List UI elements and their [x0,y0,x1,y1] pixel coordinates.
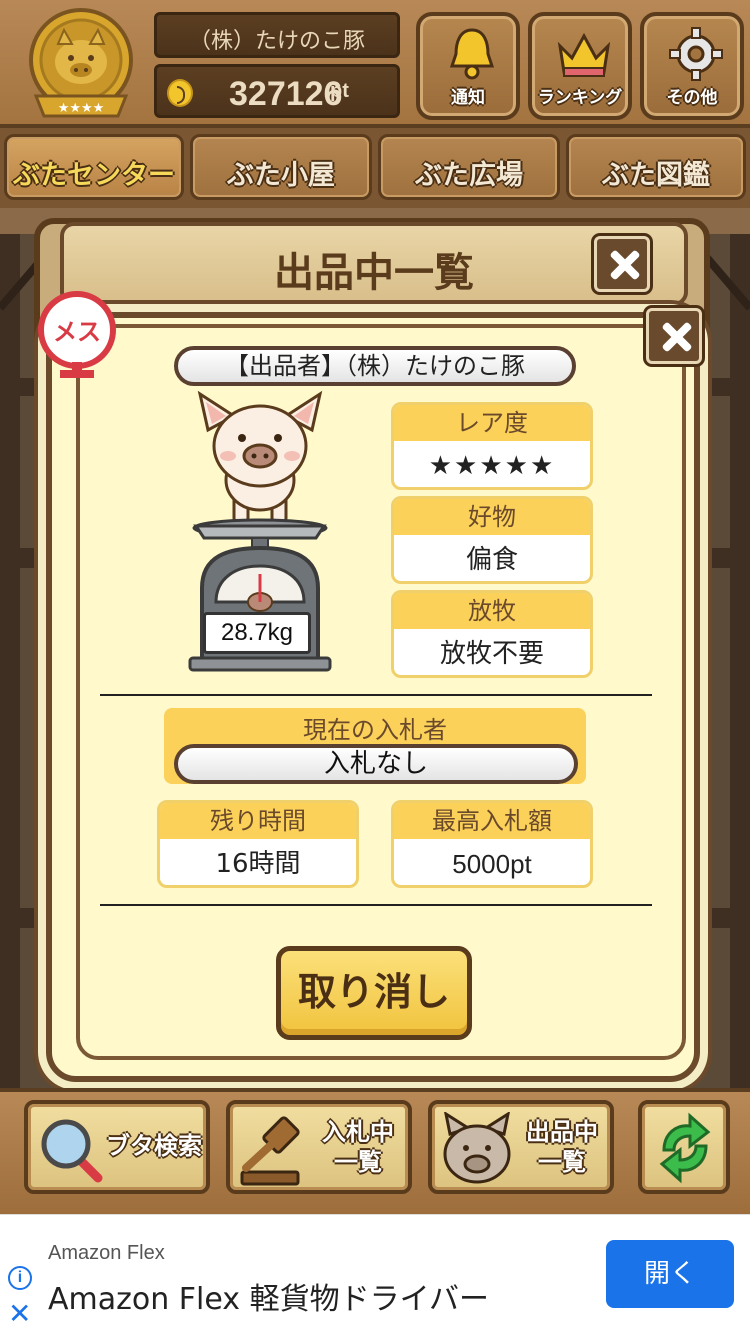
ad-info-icon[interactable]: i [8,1266,32,1290]
divider [100,904,652,906]
ad-title[interactable]: Amazon Flex 軽貨物ドライバー [48,1274,489,1318]
grazing-header: 放牧 [394,593,590,629]
divider [100,694,652,696]
pig-face-icon [443,1112,511,1184]
ad-close-icon[interactable]: ✕ [8,1300,31,1328]
remaining-time-header: 残り時間 [160,803,356,839]
highest-bid-value: 5000pt [452,849,532,879]
notification-button[interactable]: 通知 [416,12,520,120]
weight-value: 28.7kg [203,612,311,654]
bell-icon [449,28,495,80]
current-bidder-value: 入札なし [174,744,578,784]
favorite-food-value: 偏食 [465,545,518,575]
crown-icon [557,32,611,77]
remaining-time-value: 16時間 [215,849,301,879]
company-name-box: （株）たけのこ豚 [154,12,400,58]
rarity-header: レア度 [394,405,590,441]
nav-bar: ぶたセンター ぶた小屋 ぶた広場 ぶた図鑑 [0,128,750,208]
tab-buta-zukan[interactable]: ぶた図鑑 [566,134,746,200]
top-header: ★★★★ （株）たけのこ豚 327126 pt 通知 ランキング その他 [0,0,750,128]
close-detail-button[interactable] [646,308,702,364]
tab-label: ぶた広場 [415,160,523,191]
highest-bid-box: 最高入札額 5000pt [391,800,593,888]
listing-list-label-1: 出品中 [526,1118,598,1146]
listing-list-label-2: 一覧 [538,1148,586,1176]
rarity-box: レア度 ★★★★★ [391,402,593,490]
refresh-icon [659,1112,711,1184]
ad-open-button[interactable]: 開く [606,1240,734,1308]
grazing-box: 放牧 放牧不要 [391,590,593,678]
pig-icon [197,390,323,526]
notification-label: 通知 [451,88,485,108]
magnifier-icon [41,1119,103,1183]
refresh-button[interactable] [638,1100,730,1194]
highest-bid-header: 最高入札額 [394,803,590,839]
favorite-food-header: 好物 [394,499,590,535]
ranking-label: ランキング [537,88,623,108]
ranking-button[interactable]: ランキング [528,12,632,120]
tab-label: ぶた図鑑 [602,160,710,191]
pig-search-label: ブタ検索 [106,1132,202,1160]
other-label: その他 [666,88,718,108]
gender-label: メス [53,318,101,346]
tab-label: ぶた小屋 [227,160,335,191]
remaining-time-box: 残り時間 16時間 [157,800,359,888]
gear-icon [669,27,723,81]
tab-buta-center[interactable]: ぶたセンター [4,134,184,200]
tab-buta-koya[interactable]: ぶた小屋 [190,134,372,200]
cancel-listing-button[interactable]: 取り消し [276,946,472,1040]
bidding-list-label-1: 入札中 [322,1118,394,1146]
other-button[interactable]: その他 [640,12,744,120]
points-box: 327126 [154,64,400,118]
favorite-food-box: 好物 偏食 [391,496,593,584]
female-symbol-icon: メス [38,291,116,378]
bidding-list-label-2: 一覧 [334,1148,382,1176]
rarity-stars: ★★★★★ [428,451,556,481]
pig-search-button[interactable]: ブタ検索 [24,1100,210,1194]
pig-medal-avatar[interactable]: ★★★★ [22,8,140,120]
company-name: （株）たけのこ豚 [188,29,365,54]
tab-label: ぶたセンター [13,160,175,191]
listing-list-button[interactable]: 出品中 一覧 [428,1100,614,1194]
close-listing-button[interactable] [594,236,650,292]
current-bidder-header: 現在の入札者 [303,716,447,744]
bidding-list-button[interactable]: 入札中 一覧 [226,1100,412,1194]
tab-buta-hiroba[interactable]: ぶた広場 [378,134,560,200]
ad-sponsor: Amazon Flex [48,1242,165,1264]
coin-icon [167,79,193,107]
grazing-value: 放牧不要 [439,639,544,669]
seller-pill: 【出品者】（株）たけのこ豚 [174,346,576,386]
points-value: 327126 [229,75,343,113]
svg-text:★★★★: ★★★★ [58,101,105,116]
gavel-icon [240,1116,300,1186]
points-unit: pt [330,80,349,102]
